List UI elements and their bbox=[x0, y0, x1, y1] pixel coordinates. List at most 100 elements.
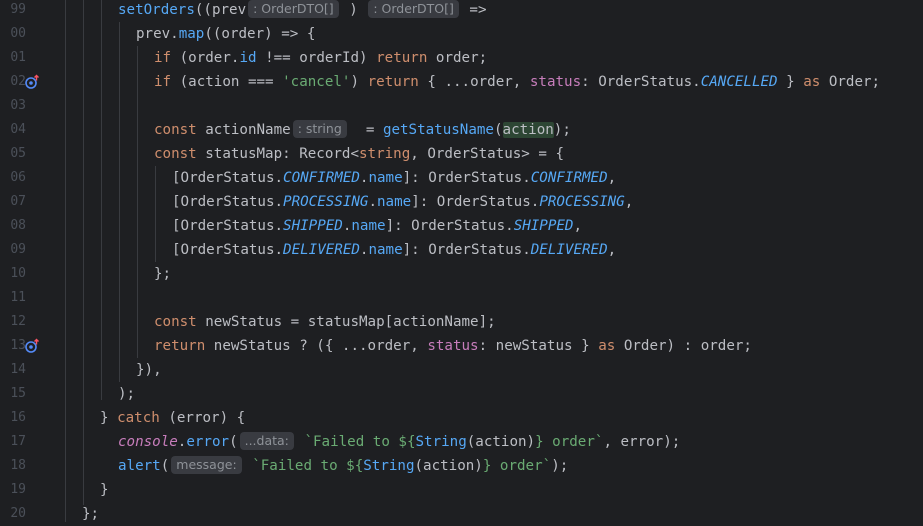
code-token: (error) { bbox=[159, 410, 246, 426]
code-token: SHIPPED bbox=[283, 218, 343, 234]
indent-guide bbox=[155, 166, 156, 262]
code-token: error bbox=[186, 434, 230, 450]
indent-guide bbox=[137, 46, 138, 358]
code-token: ( bbox=[493, 122, 503, 138]
code-token: ); bbox=[551, 458, 569, 474]
code-token: [OrderStatus. bbox=[172, 218, 284, 234]
code-token: , bbox=[573, 218, 583, 234]
code-token: name bbox=[377, 194, 412, 210]
code-line: }; bbox=[154, 262, 171, 286]
code-token: , bbox=[607, 170, 617, 186]
type-hint: : OrderDTO[] bbox=[368, 0, 459, 18]
code-token: : newStatus } bbox=[478, 338, 599, 354]
code-token: , bbox=[607, 242, 617, 258]
code-token: ( bbox=[160, 458, 170, 474]
code-token: , error); bbox=[603, 434, 681, 450]
code-token: `Failed to ${ bbox=[304, 434, 416, 450]
code-token: . bbox=[368, 194, 378, 210]
code-token: }; bbox=[154, 266, 172, 282]
code-line: prev.map((order) => { bbox=[136, 22, 315, 46]
code-token: , OrderStatus> = { bbox=[410, 146, 565, 162]
code-token: map bbox=[178, 26, 205, 42]
code-token: ((order) => { bbox=[204, 26, 316, 42]
code-token: if bbox=[154, 74, 172, 90]
code-line: [OrderStatus.CONFIRMED.name]: OrderStatu… bbox=[172, 166, 616, 190]
code-token: (order. bbox=[171, 50, 240, 66]
code-token: const bbox=[154, 146, 197, 162]
code-editor[interactable]: 99 00 01 02 03 04 05 06 07 08 09 10 11 1… bbox=[0, 0, 923, 522]
indent-guide bbox=[83, 0, 84, 505]
code-token: ); bbox=[553, 122, 571, 138]
code-token: DELIVERED bbox=[530, 242, 608, 258]
code-token: Order) : order; bbox=[615, 338, 752, 354]
indent-guide bbox=[101, 0, 102, 400]
indent-guide bbox=[65, 0, 66, 522]
code-token: , bbox=[624, 194, 634, 210]
code-line: if (order.id !== orderId) return order; bbox=[154, 46, 487, 70]
code-line: } catch (error) { bbox=[100, 406, 245, 430]
code-line: } bbox=[100, 478, 109, 502]
code-token: ); bbox=[118, 386, 136, 402]
code-token: ) bbox=[349, 2, 358, 18]
code-token: CONFIRMED bbox=[283, 170, 360, 186]
code-token: const bbox=[154, 122, 197, 138]
code-token: : OrderStatus. bbox=[581, 74, 701, 90]
code-token: prev. bbox=[136, 26, 179, 42]
code-token: PROCESSING bbox=[283, 194, 369, 210]
code-token: ]: OrderStatus. bbox=[411, 194, 540, 210]
code-token: (action === bbox=[171, 74, 283, 90]
code-line: return newStatus ? ({ ...order, status: … bbox=[154, 334, 752, 358]
code-token: ( bbox=[229, 434, 238, 450]
code-token: (action) bbox=[414, 458, 483, 474]
code-token: newStatus ? ({ ...order, bbox=[205, 338, 428, 354]
code-token: ((prev bbox=[194, 2, 247, 18]
type-hint: : string bbox=[292, 120, 347, 138]
code-token: !== orderId) bbox=[256, 50, 377, 66]
code-line: if (action === 'cancel') return { ...ord… bbox=[154, 70, 880, 94]
code-token: newStatus = statusMap[actionName]; bbox=[196, 314, 496, 330]
code-token: = bbox=[357, 122, 383, 138]
code-line: const actionName: string = getStatusName… bbox=[154, 118, 571, 142]
code-token: status bbox=[427, 338, 479, 354]
code-token: name bbox=[351, 218, 386, 234]
code-line: console.error(...data: `Failed to ${Stri… bbox=[118, 430, 680, 454]
code-token: [OrderStatus. bbox=[172, 242, 284, 258]
code-token: 'cancel' bbox=[282, 74, 351, 90]
code-line: const statusMap: Record<string, OrderSta… bbox=[154, 142, 564, 166]
code-token: `Failed to ${ bbox=[252, 458, 364, 474]
code-token: DELIVERED bbox=[283, 242, 360, 258]
code-token: name bbox=[368, 242, 403, 258]
code-token: setOrders bbox=[118, 2, 195, 18]
code-line: }), bbox=[136, 358, 162, 382]
code-token: getStatusName bbox=[382, 122, 494, 138]
code-token: console bbox=[118, 434, 178, 450]
code-token: => bbox=[460, 2, 487, 18]
code-token: id bbox=[239, 50, 257, 66]
code-token: PROCESSING bbox=[539, 194, 625, 210]
code-token: } bbox=[777, 74, 804, 90]
code-token: ) bbox=[350, 74, 368, 90]
code-token: string bbox=[359, 146, 411, 162]
code-line: const newStatus = statusMap[actionName]; bbox=[154, 310, 496, 334]
code-token: return bbox=[367, 74, 419, 90]
code-token: catch bbox=[117, 410, 160, 426]
code-token: }; bbox=[82, 506, 100, 522]
code-token: (action) bbox=[466, 434, 536, 450]
code-token: SHIPPED bbox=[513, 218, 574, 234]
code-line: alert(message: `Failed to ${String(actio… bbox=[118, 454, 568, 478]
code-line: ); bbox=[118, 382, 135, 406]
code-token: CANCELLED bbox=[700, 74, 778, 90]
code-token: ]: OrderStatus. bbox=[385, 218, 514, 234]
code-token: const bbox=[154, 314, 197, 330]
code-token: } bbox=[100, 482, 109, 498]
code-token: String bbox=[415, 434, 467, 450]
code-token: as bbox=[803, 74, 821, 90]
code-area[interactable]: setOrders((prev: OrderDTO[] ) : OrderDTO… bbox=[0, 0, 923, 522]
parameter-hint: message: bbox=[171, 456, 242, 474]
code-line: setOrders((prev: OrderDTO[] ) : OrderDTO… bbox=[118, 0, 487, 22]
code-token: Order; bbox=[820, 74, 881, 90]
code-token: return bbox=[154, 338, 206, 354]
highlighted-identifier: action bbox=[502, 122, 554, 138]
code-token: statusMap: Record< bbox=[196, 146, 360, 162]
code-token: ]: OrderStatus. bbox=[402, 170, 531, 186]
